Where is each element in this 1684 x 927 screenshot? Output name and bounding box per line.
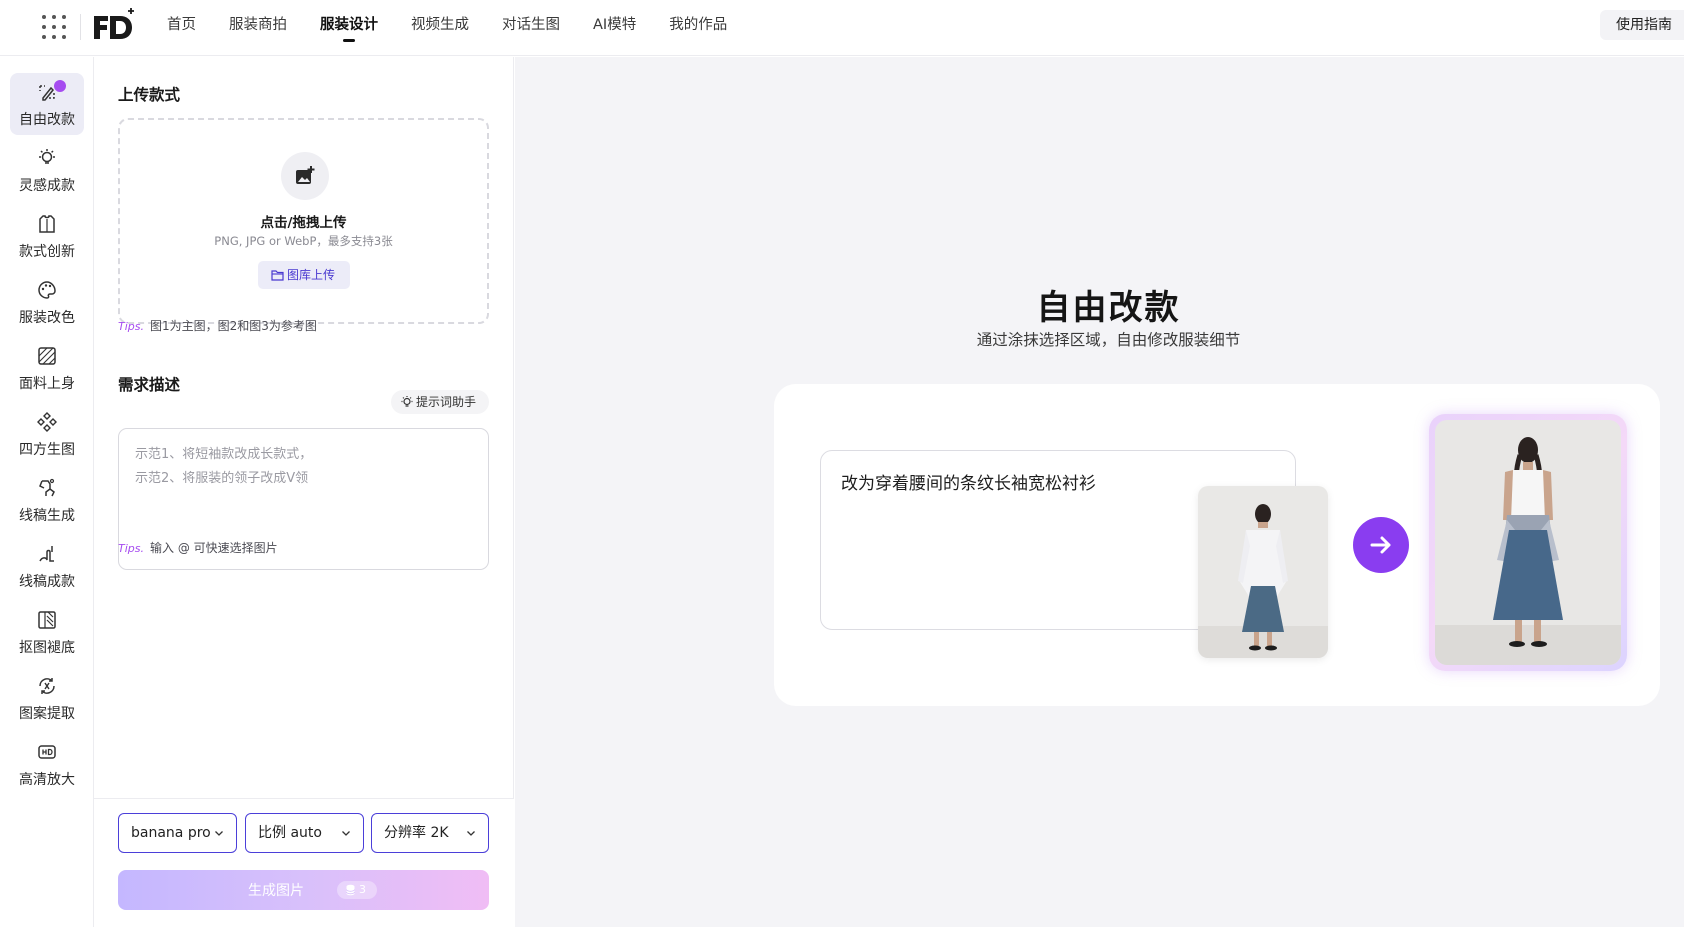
rail-item-fabric[interactable]: 面料上身 [10, 337, 84, 399]
nav-chat-image[interactable]: 对话生图 [502, 0, 560, 56]
brand-logo[interactable] [92, 6, 138, 46]
app-grid-icon[interactable] [40, 13, 68, 41]
fabric-icon [38, 347, 56, 365]
upload-tip: Tips. 图1为主图，图2和图3为参考图 [118, 317, 317, 334]
main-canvas: 自由改款 通过涂抹选择区域，自由修改服装细节 改为穿着腰间的条纹长袖宽松衬衫 [515, 57, 1684, 927]
source-model-image [1198, 486, 1328, 658]
credit-cost-value: 3 [359, 883, 366, 896]
gallery-upload-button[interactable]: 图库上传 [258, 261, 350, 289]
upload-instruction: 点击/拖拽上传 [260, 215, 347, 231]
main-nav: 首页 服装商拍 服装设计 视频生成 对话生图 AI模特 我的作品 [167, 0, 760, 56]
resolution-select-value: 分辨率 2K [384, 825, 449, 841]
generation-controls: banana pro 比例 auto 分辨率 2K 生成图片 3 [94, 798, 514, 927]
upload-dropzone[interactable]: 点击/拖拽上传 PNG, JPG or WebP，最多支持3张 图库上传 [118, 118, 489, 324]
rail-label: 线稿生成 [19, 508, 75, 524]
result-image-frame [1429, 414, 1627, 671]
hd-icon [38, 745, 56, 759]
shirt-icon [39, 215, 55, 233]
rail-label: 灵感成款 [19, 178, 75, 194]
feature-title: 自由改款 [1036, 288, 1181, 328]
rail-label: 款式创新 [19, 244, 75, 260]
settings-panel: 上传款式 点击/拖拽上传 PNG, JPG or WebP，最多支持3张 图库上… [94, 57, 514, 927]
result-model-image [1435, 420, 1621, 665]
tool-sidebar: 自由改款 灵感成款 款式创新 服装改色 面料上身 四方生图 线稿生成 线稿成款 … [0, 57, 94, 927]
palette-icon [38, 281, 56, 299]
rail-item-sketch-to-style[interactable]: 线稿成款 [10, 535, 84, 597]
tips-tag: Tips. [118, 542, 144, 555]
add-image-icon [281, 152, 329, 200]
rail-item-sketch-generate[interactable]: 线稿生成 [10, 469, 84, 531]
upload-format-hint: PNG, JPG or WebP，最多支持3张 [214, 234, 393, 248]
nav-divider [80, 14, 81, 40]
nav-my-works[interactable]: 我的作品 [669, 0, 727, 56]
rail-item-recolor[interactable]: 服装改色 [10, 271, 84, 333]
nav-apparel-photo[interactable]: 服装商拍 [229, 0, 287, 56]
description-section-title: 需求描述 [118, 376, 181, 394]
chevron-down-icon [342, 831, 350, 836]
nav-apparel-design[interactable]: 服装设计 [320, 0, 378, 56]
generate-image-button[interactable]: 生成图片 3 [118, 870, 489, 910]
example-prompt-text: 改为穿着腰间的条纹长袖宽松衬衫 [841, 474, 1096, 494]
rail-label: 服装改色 [19, 310, 75, 326]
ratio-select[interactable]: 比例 auto [245, 813, 364, 853]
folder-icon [271, 270, 284, 281]
pattern-icon [39, 678, 55, 694]
line-art-icon [39, 546, 54, 562]
sketch-icon [39, 478, 55, 497]
upload-section-title: 上传款式 [118, 86, 181, 104]
top-navigation-bar: 首页 服装商拍 服装设计 视频生成 对话生图 AI模特 我的作品 使用指南 [0, 0, 1684, 56]
coin-stack-icon [346, 884, 355, 896]
chevron-down-icon [215, 831, 223, 836]
rail-item-style-innovation[interactable]: 款式创新 [10, 205, 84, 267]
nav-home[interactable]: 首页 [167, 0, 196, 56]
rail-label: 抠图褪底 [19, 640, 75, 656]
rail-label: 线稿成款 [19, 574, 75, 590]
rail-item-free-edit[interactable]: 自由改款 [10, 73, 84, 135]
model-select-value: banana pro [131, 825, 211, 841]
active-indicator-dot [54, 80, 66, 92]
credit-cost-badge: 3 [337, 881, 377, 899]
example-card: 改为穿着腰间的条纹长袖宽松衬衫 [774, 384, 1660, 706]
rail-label: 自由改款 [19, 112, 75, 128]
tips-tag: Tips. [118, 320, 144, 333]
description-tip: Tips. 输入 @ 可快速选择图片 [118, 539, 278, 556]
resolution-select[interactable]: 分辨率 2K [371, 813, 489, 853]
description-tip-text: 输入 @ 可快速选择图片 [150, 541, 278, 555]
prompt-helper-button[interactable]: 提示词助手 [391, 390, 489, 414]
chevron-down-icon [467, 831, 475, 836]
rail-label: 高清放大 [19, 772, 75, 788]
lightbulb-icon [401, 396, 413, 407]
user-guide-button[interactable]: 使用指南 [1600, 10, 1684, 40]
nav-ai-model[interactable]: AI模特 [593, 0, 636, 56]
lightbulb-icon [39, 149, 55, 164]
rail-item-cutout[interactable]: 抠图褪底 [10, 601, 84, 663]
cutout-icon [38, 611, 56, 629]
rail-item-inspiration[interactable]: 灵感成款 [10, 139, 84, 201]
rail-item-four-view[interactable]: 四方生图 [10, 403, 84, 465]
prompt-helper-label: 提示词助手 [416, 395, 477, 409]
arrow-right-icon [1353, 517, 1409, 573]
ratio-select-value: 比例 auto [258, 825, 322, 841]
diamond-grid-icon [37, 412, 57, 432]
gallery-upload-label: 图库上传 [287, 268, 336, 282]
model-select[interactable]: banana pro [118, 813, 237, 853]
feature-subtitle: 通过涂抹选择区域，自由修改服装细节 [976, 331, 1241, 349]
nav-video-generation[interactable]: 视频生成 [411, 0, 469, 56]
upload-tip-text: 图1为主图，图2和图3为参考图 [150, 319, 317, 333]
generate-label: 生成图片 [248, 883, 304, 899]
rail-item-pattern-extract[interactable]: 图案提取 [10, 667, 84, 729]
rail-label: 图案提取 [19, 706, 75, 722]
rail-label: 四方生图 [19, 442, 75, 458]
rail-label: 面料上身 [19, 376, 75, 392]
rail-item-upscale[interactable]: 高清放大 [10, 733, 84, 795]
